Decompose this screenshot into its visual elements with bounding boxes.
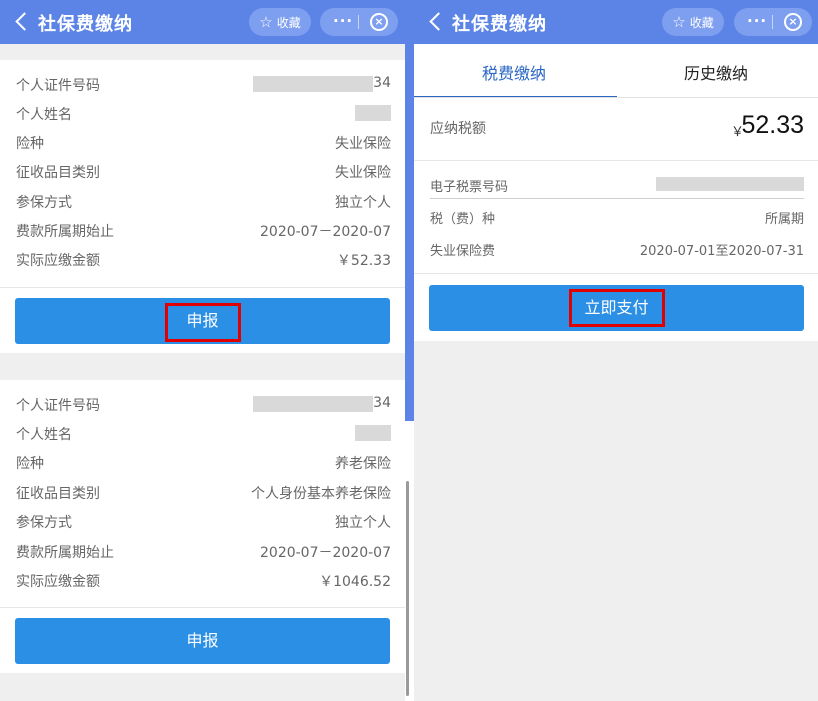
menu-capsule: ··· × [320,8,398,36]
capsule-divider [772,15,773,29]
row-value: 失业保险 [335,136,391,152]
favorite-label: 收藏 [276,15,301,30]
favorite-label: 收藏 [689,15,714,30]
card-divider [0,607,405,608]
masked-name [355,425,391,441]
declaration-card: 个人证件号码 34 个人姓名 险种 失业保险 征收品目类别 失业保险 参保方式 … [0,60,405,353]
info-row-period: 费款所属期始止 2020-07－2020-07 [16,540,391,564]
row-value: 个人身份基本养老保险 [251,486,391,502]
row-label: 税（费）种 [430,212,496,227]
panel-divider [405,0,414,701]
ticket-underline [430,198,804,199]
row-label: 参保方式 [16,515,72,531]
row-value: 独立个人 [335,195,391,211]
info-row-enrollment-mode: 参保方式 独立个人 [16,510,391,534]
page-title: 社保费缴纳 [452,14,547,35]
info-row-id-number: 个人证件号码 34 [16,73,391,97]
header-bar: 社保费缴纳 ☆ 收藏 ··· × [0,0,405,44]
row-label: 征收品目类别 [16,165,100,181]
star-icon: ☆ [259,12,273,31]
info-row-insurance-type: 险种 养老保险 [16,451,391,475]
row-value: 2020-07-01至2020-07-31 [639,244,804,259]
row-value: ￥52.33 [336,253,391,269]
row-value: 所属期 [764,212,804,227]
more-dots-icon[interactable]: ··· [333,12,353,30]
row-label: 实际应缴金额 [16,574,100,590]
close-circle-icon[interactable]: × [784,13,802,31]
section-divider [414,160,818,161]
row-value: ￥1046.52 [319,574,391,590]
row-label: 险种 [16,456,44,472]
tab-tax-payment[interactable]: 税费缴纳 [482,60,546,84]
tax-due-label: 应纳税额 [430,121,486,137]
left-panel: 社保费缴纳 ☆ 收藏 ··· × 个人证件号码 34 个人姓名 险种 失业保险 … [0,0,405,701]
section-divider [414,273,818,274]
row-label: 电子税票号码 [430,180,509,195]
row-label: 个人证件号码 [16,398,100,414]
row-value: 2020-07－2020-07 [260,224,391,240]
card-divider [0,287,405,288]
row-label: 个人姓名 [16,427,72,443]
info-row-levy-category: 征收品目类别 个人身份基本养老保险 [16,481,391,505]
row-label: 费款所属期始止 [16,545,114,561]
ticket-number-row: 电子税票号码 [430,175,804,197]
info-row-enrollment-mode: 参保方式 独立个人 [16,190,391,214]
declare-button[interactable]: 申报 [15,618,390,664]
tax-type-header-row: 税（费）种 所属期 [430,207,804,229]
tax-due-amount: 52.33 [741,111,804,139]
row-value: 失业保险 [335,165,391,181]
row-label: 失业保险费 [430,244,496,259]
info-row-levy-category: 征收品目类别 失业保险 [16,160,391,184]
tax-item-row: 失业保险费 2020-07-01至2020-07-31 [430,239,804,261]
row-label: 个人姓名 [16,107,72,123]
info-row-amount: 实际应缴金额 ￥1046.52 [16,569,391,593]
row-label: 征收品目类别 [16,486,100,502]
row-label: 参保方式 [16,195,72,211]
page-title: 社保费缴纳 [38,14,133,35]
declaration-card: 个人证件号码 34 个人姓名 险种 养老保险 征收品目类别 个人身份基本养老保险… [0,380,405,673]
info-row-name: 个人姓名 [16,102,391,126]
id-number-tail: 34 [373,75,391,91]
star-icon: ☆ [672,12,686,31]
app-screen: 社保费缴纳 ☆ 收藏 ··· × 个人证件号码 34 个人姓名 险种 失业保险 … [0,0,818,701]
more-dots-icon[interactable]: ··· [747,12,767,30]
menu-capsule: ··· × [734,8,812,36]
tab-bar-divider [414,97,818,98]
masked-id-number [253,76,373,92]
id-number-tail: 34 [373,395,391,411]
scrollbar[interactable] [405,421,414,701]
row-value: 独立个人 [335,515,391,531]
row-label: 实际应缴金额 [16,253,100,269]
close-circle-icon[interactable]: × [370,13,388,31]
tab-payment-history[interactable]: 历史缴纳 [684,60,748,84]
info-row-name: 个人姓名 [16,422,391,446]
chevron-left-icon[interactable] [12,10,34,34]
favorite-button[interactable]: ☆ 收藏 [249,8,311,36]
capsule-divider [358,15,359,29]
right-panel: 社保费缴纳 ☆ 收藏 ··· × 税费缴纳 历史缴纳 应纳税额 ￥ 52.33 … [414,0,818,701]
masked-id-number [253,396,373,412]
header-bar: 社保费缴纳 ☆ 收藏 ··· × [414,0,818,44]
row-value: 2020-07－2020-07 [260,545,391,561]
row-label: 险种 [16,136,44,152]
favorite-button[interactable]: ☆ 收藏 [662,8,724,36]
masked-name [355,105,391,121]
info-row-insurance-type: 险种 失业保险 [16,131,391,155]
highlight-box [569,289,665,327]
masked-ticket-number [656,177,804,191]
info-row-id-number: 个人证件号码 34 [16,393,391,417]
info-row-period: 费款所属期始止 2020-07－2020-07 [16,219,391,243]
info-row-amount: 实际应缴金额 ￥52.33 [16,248,391,272]
tab-bar: 税费缴纳 历史缴纳 [414,44,818,98]
highlight-box [165,303,241,342]
chevron-left-icon[interactable] [426,10,448,34]
divider-strip [405,0,414,421]
row-label: 费款所属期始止 [16,224,114,240]
row-label: 个人证件号码 [16,78,100,94]
row-value: 养老保险 [335,456,391,472]
